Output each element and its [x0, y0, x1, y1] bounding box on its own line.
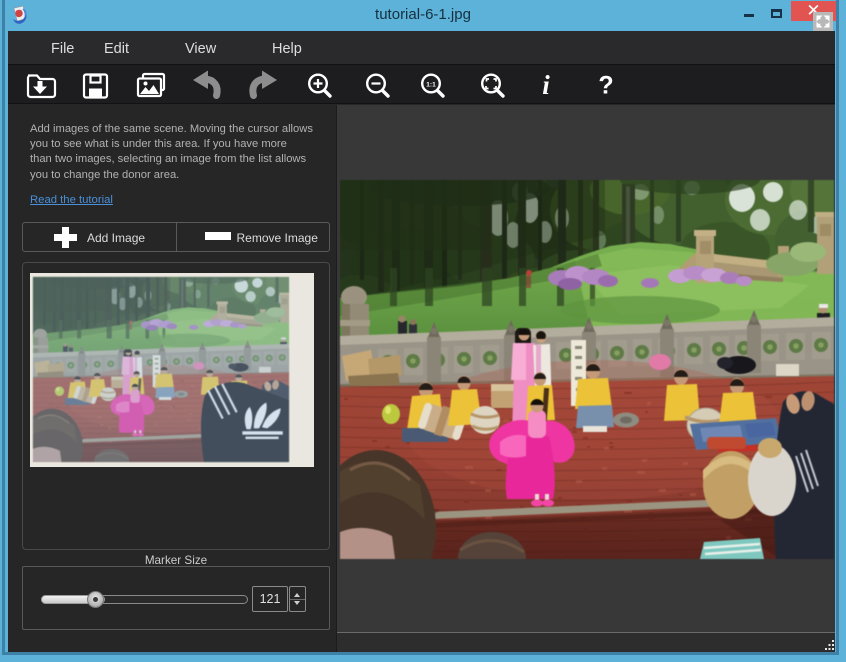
svg-text:?: ? [598, 72, 613, 100]
svg-text:1:1: 1:1 [426, 82, 436, 89]
svg-text:i: i [542, 70, 550, 100]
